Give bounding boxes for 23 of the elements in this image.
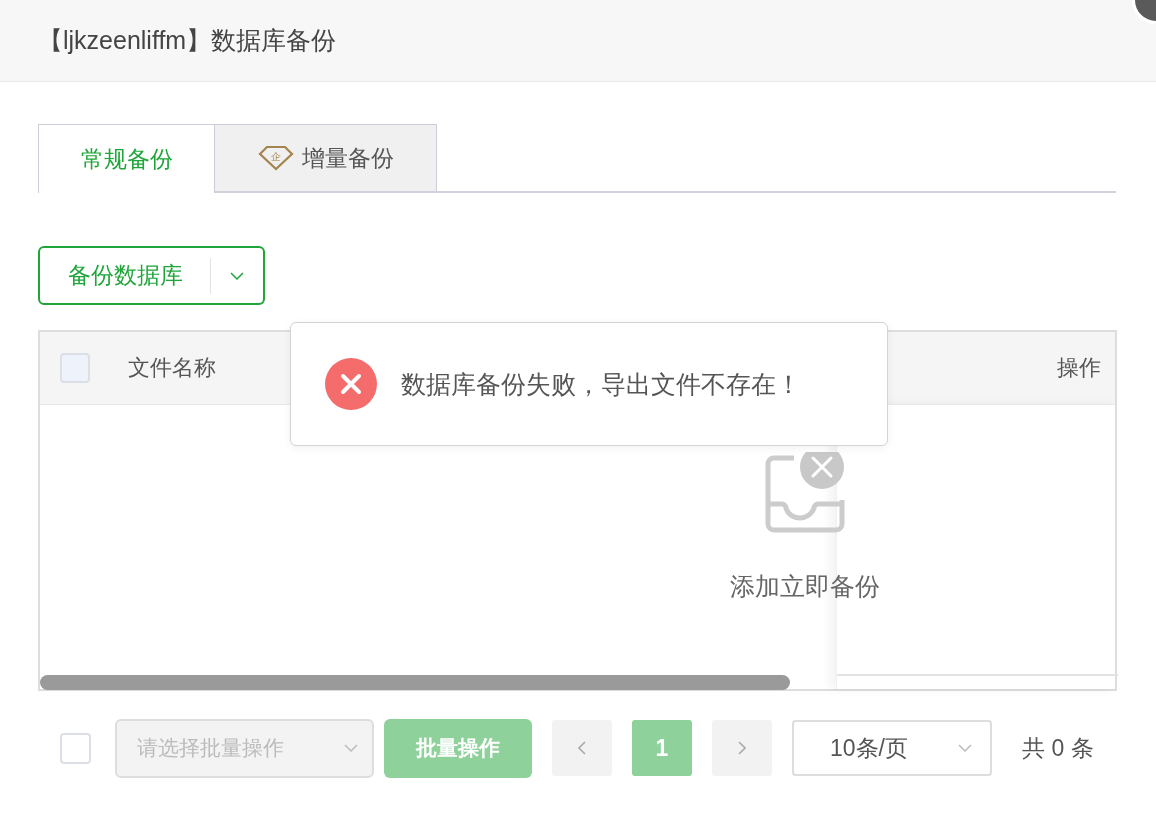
- tab[interactable]: 企 增量备份: [215, 124, 437, 191]
- message-text: 数据库备份失败，导出文件不存在！: [401, 368, 801, 400]
- chevron-down-icon: [230, 271, 244, 280]
- chevron-left-icon: [578, 741, 586, 755]
- diamond-icon: 企: [257, 145, 294, 171]
- error-icon: [325, 358, 377, 410]
- column-header: 操作: [1057, 354, 1101, 382]
- next-page-button[interactable]: [712, 720, 772, 776]
- previous-page-button[interactable]: [552, 720, 612, 776]
- empty-inbox-icon: [764, 452, 846, 534]
- scrollbar-thumb[interactable]: [40, 675, 790, 690]
- chevron-right-icon: [738, 741, 746, 755]
- window-title: 【ljkzeenliffm】数据库备份: [38, 25, 337, 56]
- page-button[interactable]: 1: [632, 720, 692, 776]
- page-size-select[interactable]: 10条/页: [792, 720, 992, 776]
- chevron-down-icon: [344, 744, 358, 752]
- empty-text: 添加立即备份: [730, 571, 880, 602]
- select-all-checkbox[interactable]: [60, 732, 91, 764]
- chevron-down-icon: [958, 744, 972, 752]
- column-header: 文件名称: [128, 354, 216, 382]
- tab[interactable]: 常规备份: [38, 124, 215, 193]
- select-all-checkbox[interactable]: [60, 353, 90, 383]
- total-count: 共 0 条: [1022, 733, 1094, 763]
